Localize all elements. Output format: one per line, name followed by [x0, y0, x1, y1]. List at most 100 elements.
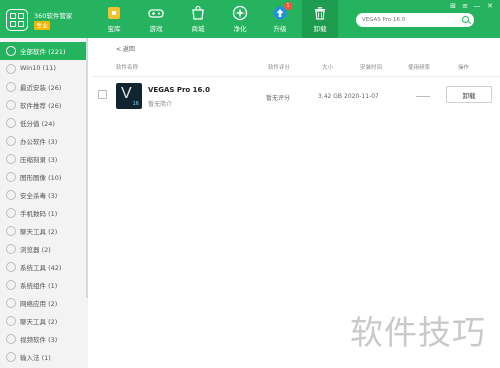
sidebar-item-label: 浏览器 (2): [20, 246, 51, 254]
purify-icon: [232, 5, 248, 21]
column-header-name: 软件名称: [116, 65, 139, 71]
sidebar-item-recommend[interactable]: 软件推荐 (26): [0, 96, 88, 114]
sidebar-item-all[interactable]: 全部软件 (221): [0, 42, 88, 60]
tab-uninstall[interactable]: 卸载: [302, 0, 338, 38]
software-description: 暂无简介: [148, 101, 173, 108]
sidebar-item-security[interactable]: 安全杀毒 (3): [0, 186, 88, 204]
sidebar-item-label: 办公软件 (3): [20, 138, 58, 146]
tab-upgrade[interactable]: 升级 1: [262, 0, 298, 38]
gamepad-icon: [148, 9, 164, 18]
tab-label: 净化: [233, 25, 247, 33]
sidebar-scrollbar[interactable]: [86, 38, 88, 298]
sidebar-item-browser[interactable]: 浏览器 (2): [0, 240, 88, 258]
tab-label: 宝库: [107, 25, 121, 33]
table-row: V 16 VEGAS Pro 16.0 暂无简介 暂无评分 3.42 GB 20…: [92, 78, 500, 114]
category-icon: [6, 244, 16, 254]
sidebar-item-label: 安全杀毒 (3): [20, 192, 58, 200]
search-input[interactable]: [362, 15, 458, 25]
category-icon: [6, 118, 16, 128]
tab-label: 游戏: [149, 25, 163, 33]
minimize-button[interactable]: —: [472, 2, 482, 10]
sidebar-item-chat[interactable]: 聊天工具 (2): [0, 222, 88, 240]
app-logo-icon: [6, 9, 28, 31]
search-box[interactable]: [356, 13, 474, 27]
tab-treasure[interactable]: 宝库: [96, 0, 132, 38]
skin-button[interactable]: ⊞: [448, 2, 458, 10]
sidebar-item-office[interactable]: 办公软件 (3): [0, 132, 88, 150]
install-date: 2020-11-07: [344, 93, 379, 100]
sidebar-item-mobile[interactable]: 手机数码 (1): [0, 204, 88, 222]
column-header-size: 大小: [322, 65, 334, 71]
sidebar-item-chat-2[interactable]: 聊天工具 (2): [0, 312, 88, 330]
sidebar-item-label: 最近安装 (26): [20, 84, 62, 92]
category-icon: [6, 316, 16, 326]
sidebar-item-label: 系统组件 (1): [20, 282, 58, 290]
tab-label: 卸载: [313, 25, 327, 33]
table-header: 软件名称 软件评分 大小 安装时间 使用频率 操作: [110, 60, 500, 72]
sidebar-item-label: 输入法 (1): [20, 354, 51, 362]
usage-frequency-placeholder: [416, 96, 430, 97]
treasure-icon: [108, 7, 120, 19]
sidebar-item-compress[interactable]: 压缩刻录 (3): [0, 150, 88, 168]
back-link[interactable]: < 返回: [116, 44, 135, 53]
category-icon: [6, 64, 16, 74]
sidebar-item-label: 手机数码 (1): [20, 210, 58, 218]
top-bar: 360软件管家 专业 宝库 游戏 商城 净化 升级 1 卸载 VEGAS Pro…: [0, 0, 500, 38]
category-icon: [6, 46, 16, 56]
category-icon: [6, 172, 16, 182]
vegas-app-icon: V 16: [116, 83, 142, 109]
category-icon: [6, 262, 16, 272]
sidebar-item-low-score[interactable]: 低分值 (24): [0, 114, 88, 132]
sidebar-item-label: 视频软件 (3): [20, 336, 58, 344]
column-header-install-time: 安装时间: [360, 65, 383, 71]
sidebar-item-input-method[interactable]: 输入法 (1): [0, 348, 88, 366]
category-icon: [6, 298, 16, 308]
tab-games[interactable]: 游戏: [138, 0, 174, 38]
category-icon: [6, 352, 16, 362]
category-icon: [6, 208, 16, 218]
search-icon[interactable]: [462, 16, 469, 23]
sidebar-item-label: 系统工具 (42): [20, 264, 62, 272]
header-divider: [92, 76, 500, 77]
sidebar-item-label: 低分值 (24): [20, 120, 55, 128]
category-icon: [6, 136, 16, 146]
sidebar-item-recent[interactable]: 最近安装 (26): [0, 78, 88, 96]
column-header-rating: 软件评分: [268, 65, 291, 71]
category-icon: [6, 154, 16, 164]
category-icon: [6, 280, 16, 290]
row-checkbox[interactable]: [98, 90, 107, 99]
category-icon: [6, 226, 16, 236]
app-edition-badge: 专业: [34, 21, 51, 30]
category-icon: [6, 82, 16, 92]
software-size: 3.42 GB: [318, 93, 343, 100]
update-count-badge: 1: [284, 2, 292, 10]
sidebar-item-label: 全部软件 (221): [20, 48, 66, 56]
sidebar-item-video[interactable]: 视频软件 (3): [0, 330, 88, 348]
sidebar-item-label: 软件推荐 (26): [20, 102, 62, 110]
sidebar-item-win10[interactable]: Win10 (11): [0, 60, 88, 78]
software-rating: 暂无评分: [266, 95, 291, 102]
sidebar-item-label: 聊天工具 (2): [20, 318, 58, 326]
sidebar-item-label: 压缩刻录 (3): [20, 156, 58, 164]
uninstall-button[interactable]: 卸载: [446, 86, 492, 103]
sidebar-item-system-components[interactable]: 系统组件 (1): [0, 276, 88, 294]
sidebar-item-label: 聊天工具 (2): [20, 228, 58, 236]
sidebar-item-network[interactable]: 网络应用 (2): [0, 294, 88, 312]
sidebar-item-graphics[interactable]: 图形图像 (10): [0, 168, 88, 186]
menu-button[interactable]: ≡: [460, 2, 470, 10]
watermark: 软件技巧: [350, 313, 486, 352]
software-name: VEGAS Pro 16.0: [148, 86, 210, 94]
category-icon: [6, 190, 16, 200]
sidebar-item-system-tools[interactable]: 系统工具 (42): [0, 258, 88, 276]
column-header-frequency: 使用频率: [408, 65, 431, 71]
close-button[interactable]: ✕: [485, 2, 495, 10]
tab-label: 升级: [273, 25, 287, 33]
column-header-action: 操作: [458, 65, 470, 71]
category-sidebar: 全部软件 (221) Win10 (11) 最近安装 (26) 软件推荐 (26…: [0, 38, 88, 368]
tab-shop[interactable]: 商城: [180, 0, 216, 38]
sidebar-item-label: Win10 (11): [20, 64, 56, 72]
category-icon: [6, 334, 16, 344]
tab-purify[interactable]: 净化: [222, 0, 258, 38]
sidebar-item-label: 网络应用 (2): [20, 300, 58, 308]
tab-label: 商城: [191, 25, 205, 33]
